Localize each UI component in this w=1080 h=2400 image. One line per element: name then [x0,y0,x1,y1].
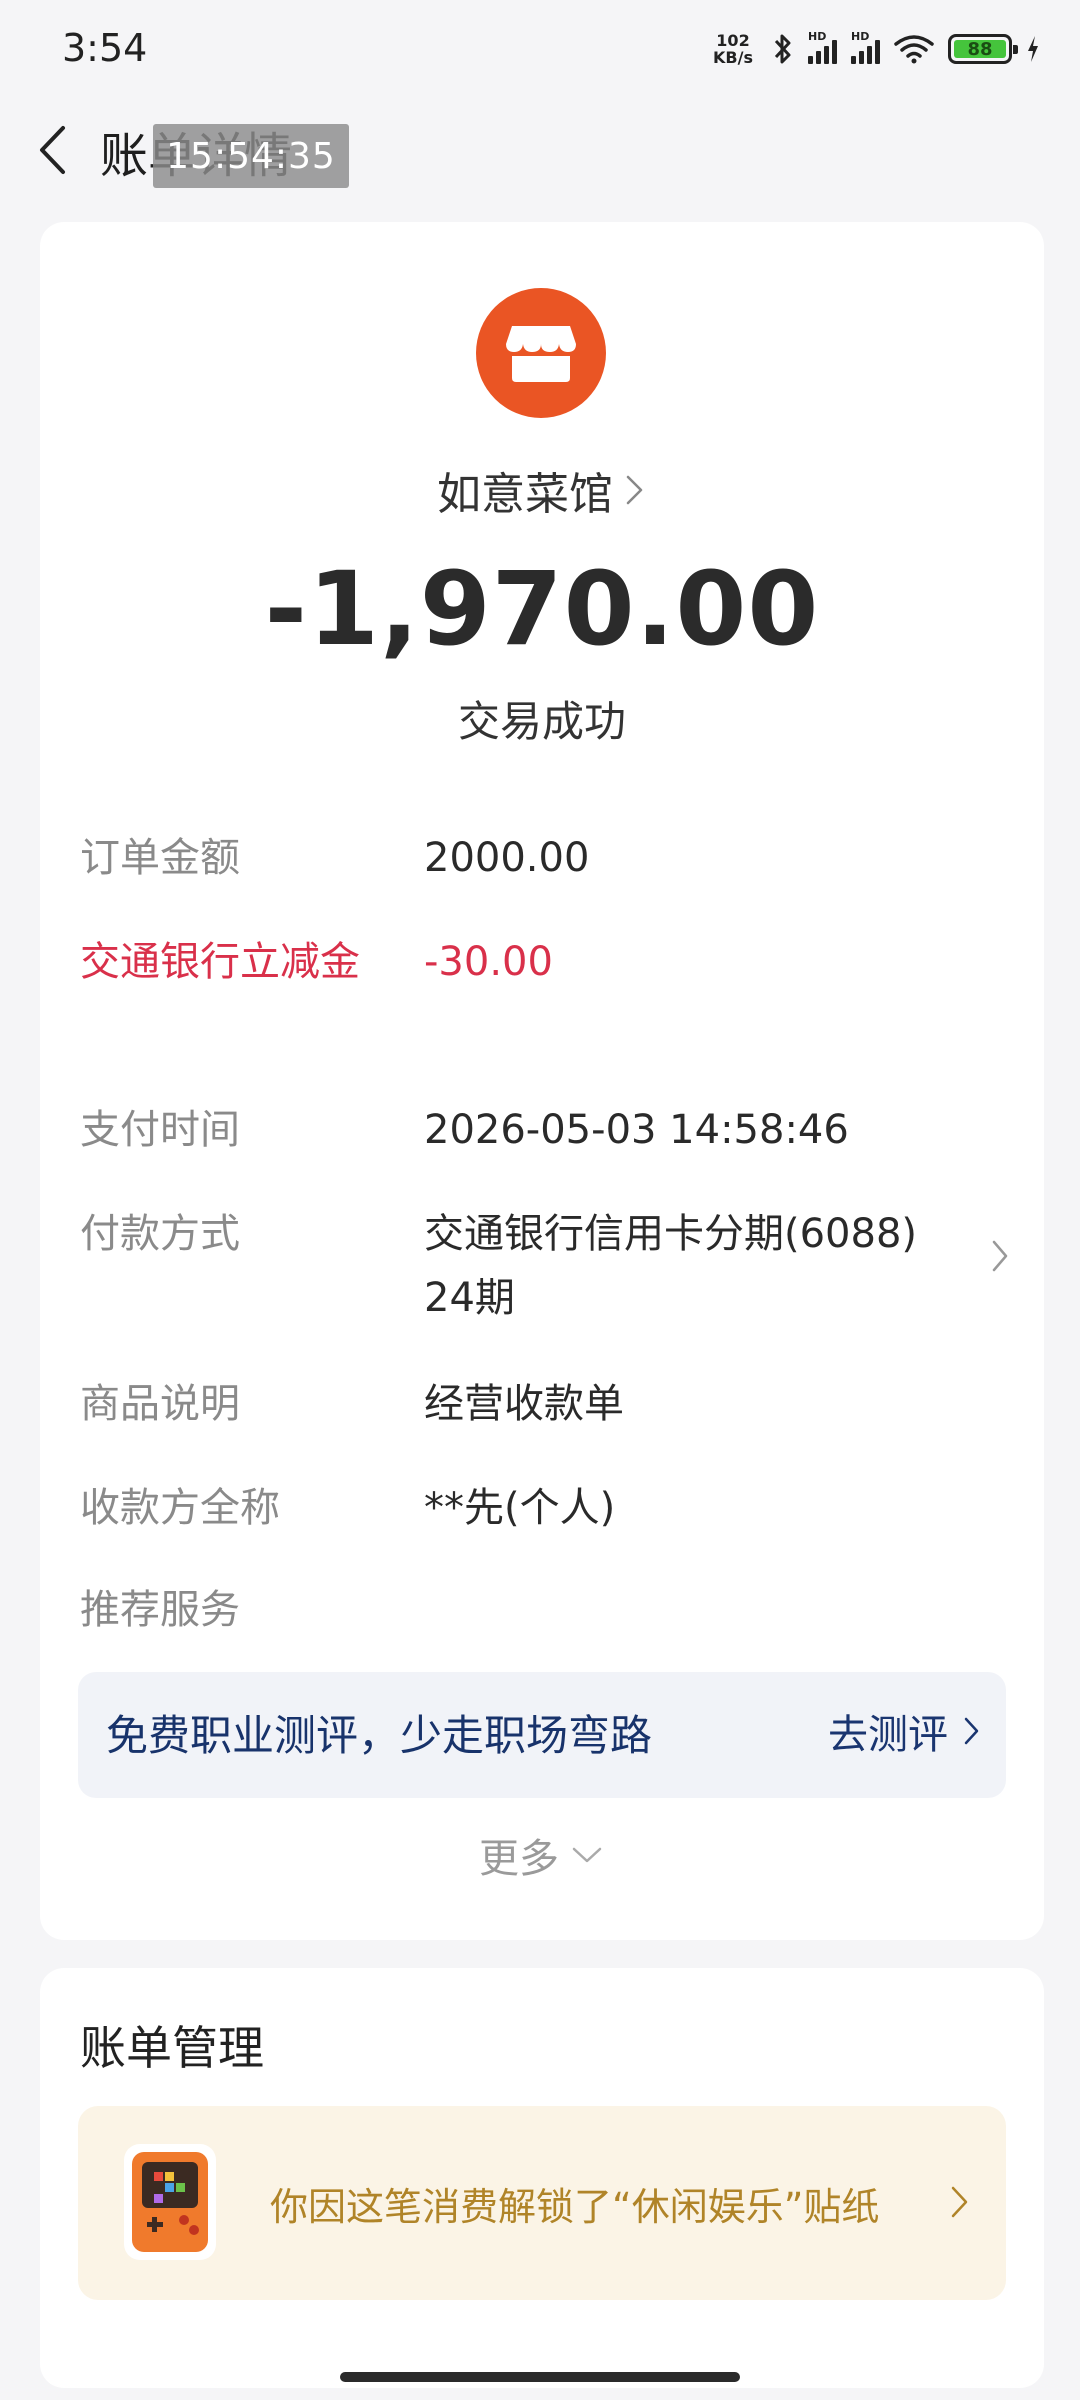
transaction-amount: -1,970.00 [264,550,820,669]
detail-label: 交通银行立减金 [80,939,360,985]
page-header: 账单详情 15:54:35 [0,100,1080,200]
merchant-link[interactable]: 如意菜馆 [40,458,1044,522]
network-speed-unit: KB/s [713,48,753,67]
transaction-status: 交易成功 [457,697,626,746]
detail-label: 订单金额 [80,835,240,881]
network-speed: 102 KB/s [708,32,758,66]
merchant-logo[interactable] [476,288,606,418]
detail-label: 商品说明 [80,1381,240,1427]
signal-strength-icon-2: HD [851,30,880,64]
status-bar: 3:54 102 KB/s HD HD 88 [0,0,1080,100]
network-speed-value: 102 [716,31,750,50]
detail-value: 经营收款单 [424,1381,624,1427]
section-title: 账单管理 [80,2021,264,2075]
signal-hd-label: HD [851,30,870,43]
wifi-icon [894,35,934,64]
store-icon [506,326,576,382]
bill-detail-screen: 3:54 102 KB/s HD HD 88 15:54:35 如意菜馆 -1,… [0,0,1080,2400]
detail-row-payment-method[interactable]: 付款方式 交通银行信用卡分期(6088) 24期 [80,1202,1008,1330]
bill-management-card: 账单管理 你因这笔消费解锁了“休闲娱乐”贴纸 [40,1968,1044,2388]
back-button[interactable] [30,118,74,182]
status-time: 3:54 [62,26,148,70]
detail-value: -30.00 [424,939,553,985]
sticker-unlock-banner[interactable]: 你因这笔消费解锁了“休闲娱乐”贴纸 [78,2106,1006,2300]
bill-summary-card: 如意菜馆 -1,970.00 交易成功 订单金额 2000.00 交通银行立减金… [40,222,1044,1940]
timestamp-overlay: 15:54:35 [153,124,349,188]
chevron-right-icon [964,1717,979,1745]
home-indicator[interactable] [340,2372,740,2382]
merchant-name: 如意菜馆 [437,469,613,520]
signal-strength-icon: HD [808,30,837,64]
detail-value: **先(个人) [424,1485,616,1531]
more-toggle[interactable]: 更多 [40,1826,1044,1884]
chevron-right-icon [992,1240,1008,1272]
detail-label: 付款方式 [80,1211,240,1257]
career-assessment-promo[interactable]: 免费职业测评，少走职场弯路 去测评 [78,1672,1006,1798]
detail-value: 交通银行信用卡分期(6088) 24期 [424,1211,918,1321]
sticker-unlock-text: 你因这笔消费解锁了“休闲娱乐”贴纸 [270,2185,880,2229]
chevron-down-icon [572,1847,602,1863]
detail-label: 支付时间 [80,1107,240,1153]
more-label: 更多 [479,1836,559,1882]
detail-label: 收款方全称 [80,1485,280,1531]
promo-action-button[interactable]: 去测评 [828,1702,982,1760]
detail-value: 2026-05-03 14:58:46 [424,1107,849,1153]
promo-action-label: 去测评 [828,1712,948,1758]
chevron-left-icon [40,126,65,174]
battery-icon: 88 [948,34,1018,64]
charging-icon [1028,36,1038,62]
game-console-sticker-icon [124,2144,216,2260]
chevron-right-icon [626,475,643,505]
promo-text: 免费职业测评，少走职场弯路 [106,1711,653,1760]
signal-hd-label: HD [808,30,827,43]
detail-value: 2000.00 [424,835,590,881]
detail-label: 推荐服务 [80,1587,240,1633]
bluetooth-icon [774,34,791,64]
battery-level: 88 [954,39,1006,60]
chevron-right-icon [951,2186,968,2218]
status-icons: 102 KB/s HD HD 88 [708,28,1040,70]
